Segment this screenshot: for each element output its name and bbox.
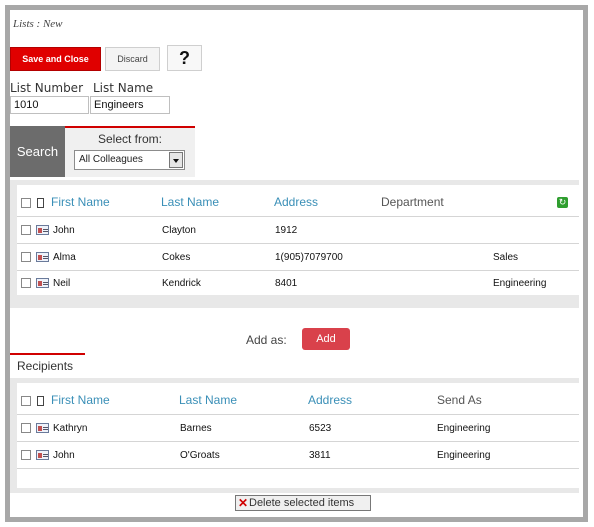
select-from-panel: Select from: All Colleagues <box>65 126 195 177</box>
table-row[interactable]: John Clayton 1912 <box>17 217 579 243</box>
cell-send-as: Engineering <box>437 450 491 461</box>
cell-last-name: O'Groats <box>180 450 220 461</box>
table-row[interactable]: John O'Groats 3811 Engineering <box>17 442 579 468</box>
column-header-department: Department <box>381 195 444 209</box>
contact-card-icon <box>36 252 49 262</box>
column-header-address[interactable]: Address <box>308 393 352 407</box>
page-title: Lists : New <box>13 18 63 30</box>
cell-first-name: Kathryn <box>53 423 88 434</box>
select-all-checkbox[interactable] <box>21 198 31 208</box>
select-from-label: Select from: <box>97 132 163 146</box>
recipients-panel: First Name Last Name Address Send As Kat… <box>10 378 579 493</box>
list-number-field[interactable]: 1010 <box>10 96 89 114</box>
colleague-source-select[interactable]: All Colleagues <box>74 150 185 170</box>
column-header-first-name[interactable]: First Name <box>51 195 110 209</box>
cell-department: Sales <box>493 252 519 263</box>
select-value: All Colleagues <box>79 154 143 165</box>
document-icon <box>37 396 44 406</box>
row-checkbox[interactable] <box>21 423 31 433</box>
cell-first-name: Alma <box>53 252 76 263</box>
row-checkbox[interactable] <box>21 225 31 235</box>
column-header-last-name[interactable]: Last Name <box>179 393 237 407</box>
cell-last-name: Kendrick <box>162 278 201 289</box>
delete-selected-label: Delete selected items <box>249 497 355 509</box>
list-name-label: List Name <box>93 81 154 95</box>
contact-card-icon <box>36 278 49 288</box>
cell-last-name: Clayton <box>162 225 196 236</box>
search-results-table: First Name Last Name Address Department … <box>17 185 579 295</box>
cell-send-as: Engineering <box>437 423 491 434</box>
discard-button[interactable]: Discard <box>105 47 160 71</box>
add-as-label: Add as: <box>246 333 287 347</box>
cell-first-name: John <box>53 450 75 461</box>
cell-first-name: Neil <box>53 278 71 289</box>
column-header-last-name[interactable]: Last Name <box>161 195 219 209</box>
row-divider <box>17 468 579 469</box>
save-and-close-button[interactable]: Save and Close <box>10 47 101 71</box>
column-header-address[interactable]: Address <box>274 195 318 209</box>
column-header-send-as: Send As <box>437 393 482 407</box>
search-tab[interactable]: Search <box>10 126 65 177</box>
select-all-checkbox[interactable] <box>21 396 31 406</box>
cell-address: 6523 <box>309 423 332 434</box>
help-button[interactable]: ? <box>167 45 202 71</box>
contact-card-icon <box>36 423 49 433</box>
cell-last-name: Barnes <box>180 423 212 434</box>
cell-address: 3811 <box>309 450 331 461</box>
tab-recipients[interactable]: Recipients <box>10 353 85 377</box>
cell-address: 1(905)7079700 <box>275 252 343 263</box>
row-checkbox[interactable] <box>21 252 31 262</box>
recipients-table: First Name Last Name Address Send As Kat… <box>17 383 579 488</box>
table-row[interactable]: Neil Kendrick 8401 Engineering <box>17 271 579 295</box>
table-row[interactable]: Alma Cokes 1(905)7079700 Sales <box>17 244 579 270</box>
chevron-down-icon[interactable] <box>169 152 183 168</box>
search-results-panel: First Name Last Name Address Department … <box>10 180 579 308</box>
row-checkbox[interactable] <box>21 450 31 460</box>
list-name-field[interactable]: Engineers <box>90 96 170 114</box>
table-row[interactable]: Kathryn Barnes 6523 Engineering <box>17 415 579 441</box>
cell-address: 8401 <box>275 278 298 289</box>
contact-card-icon <box>36 450 49 460</box>
cell-last-name: Cokes <box>162 252 191 263</box>
contact-card-icon <box>36 225 49 235</box>
refresh-icon[interactable]: ↻ <box>557 197 568 208</box>
list-number-label: List Number <box>10 81 83 95</box>
delete-icon: ✕ <box>238 496 249 510</box>
document-icon <box>37 198 44 208</box>
row-checkbox[interactable] <box>21 278 31 288</box>
column-header-first-name[interactable]: First Name <box>51 393 110 407</box>
cell-address: 1912 <box>275 225 298 236</box>
delete-selected-button[interactable]: ✕ Delete selected items <box>235 495 371 511</box>
add-button[interactable]: Add <box>302 328 350 350</box>
cell-department: Engineering <box>493 278 547 289</box>
cell-first-name: John <box>53 225 75 236</box>
